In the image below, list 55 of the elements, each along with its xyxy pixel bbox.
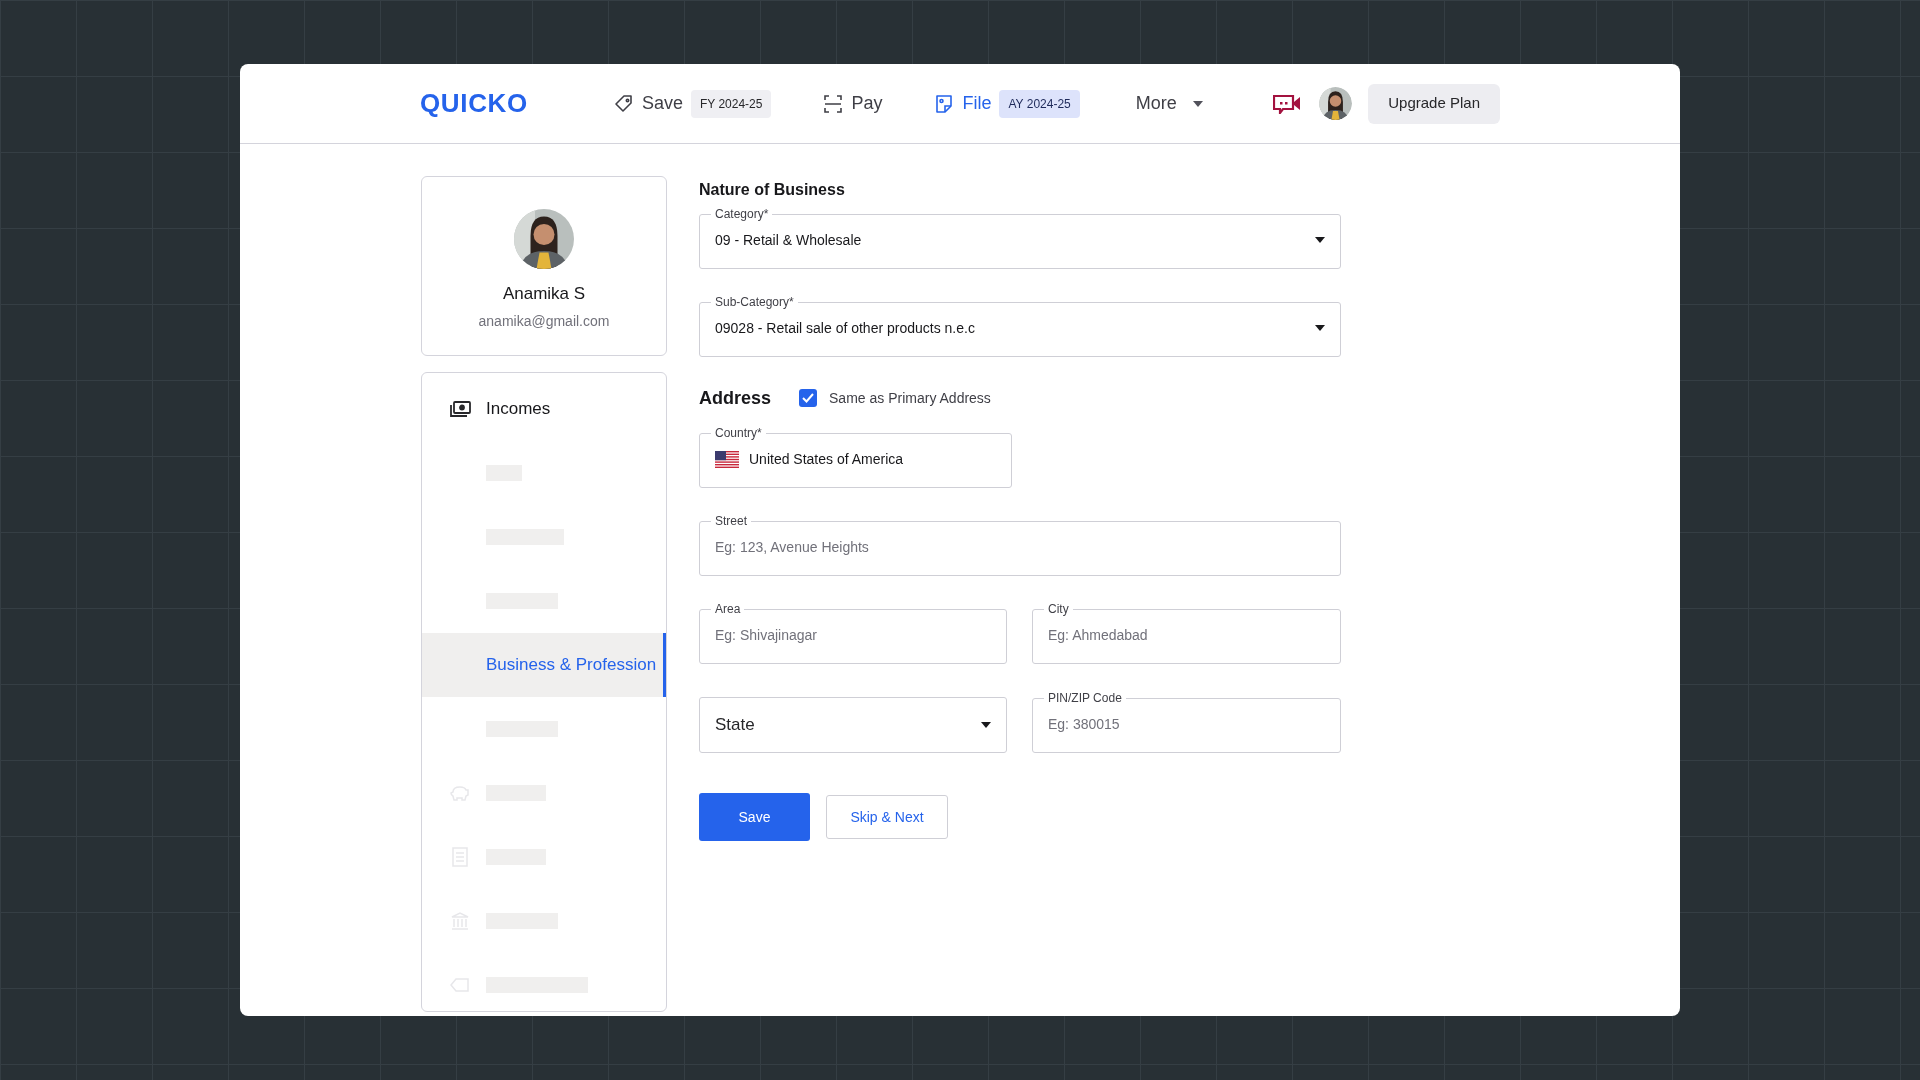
save-button[interactable]: Save (699, 793, 810, 841)
country-value: United States of America (749, 449, 904, 469)
profile-name: Anamika S (502, 283, 586, 305)
nav-link[interactable]: More (1135, 90, 1203, 117)
field-label: Category* (714, 206, 770, 222)
tag-icon (450, 977, 470, 993)
checkbox-box[interactable] (799, 389, 818, 407)
nav-link[interactable]: Pay (823, 90, 883, 117)
state-select[interactable]: State (699, 697, 1007, 753)
field-label: City (1047, 601, 1070, 617)
select-placeholder: State (715, 714, 755, 737)
field-label: Area (714, 601, 742, 617)
piggy-bank-icon (450, 784, 470, 802)
nav-link[interactable]: File (934, 90, 992, 117)
section-title: Address (699, 386, 772, 410)
text-input[interactable]: Eg: 380015 (1048, 706, 1325, 742)
country-field[interactable]: Country* United States of America (699, 425, 1012, 488)
logo[interactable]: QUICKO (420, 84, 528, 123)
upgrade-plan-button[interactable]: Upgrade Plan (1368, 83, 1500, 124)
flag-icon (715, 450, 739, 468)
text-input[interactable]: Eg: 123, Avenue Heights (715, 529, 1325, 565)
field-label: Sub-Category* (714, 294, 795, 310)
scan-icon (823, 93, 844, 114)
tag-icon (613, 93, 634, 114)
cash-icon (449, 400, 471, 418)
select-value: 09 - Retail & Wholesale (715, 230, 862, 250)
profile-email: anamika@gmail.com (478, 311, 610, 331)
section-heading: Incomes (486, 398, 551, 421)
field-label: PIN/ZIP Code (1047, 690, 1123, 706)
bank-icon (450, 911, 470, 931)
caret-icon (1315, 237, 1325, 243)
text-input[interactable]: Eg: Shivajinagar (715, 617, 991, 653)
input-field[interactable]: Area Eg: Shivajinagar (699, 601, 1007, 664)
select-field[interactable]: Category* 09 - Retail & Wholesale (699, 206, 1341, 269)
video-icon[interactable] (1273, 93, 1302, 114)
caret-icon (1192, 100, 1203, 107)
caret-icon (981, 722, 991, 728)
nav-link[interactable]: Save (613, 90, 683, 117)
field-label: Country* (714, 425, 763, 441)
year-badge: AY 2024-25 (999, 89, 1080, 118)
select-field[interactable]: Sub-Category* 09028 - Retail sale of other products n.e.c (699, 294, 1341, 357)
select-value: 09028 - Retail sale of other products n.e.c (715, 318, 975, 338)
caret-icon (1315, 325, 1325, 331)
sidebar-item[interactable]: Business & Profession (422, 633, 666, 697)
skip-next-button[interactable]: Skip & Next (826, 795, 948, 839)
year-badge: FY 2024-25 (690, 89, 772, 118)
field-label: Street (714, 513, 748, 529)
input-field[interactable]: PIN/ZIP Code Eg: 380015 (1032, 690, 1341, 753)
document-icon (934, 93, 955, 114)
checkbox-label: Same as Primary Address (829, 388, 991, 408)
section-title: Nature of Business (699, 180, 846, 200)
text-input[interactable]: Eg: Ahmedabad (1048, 617, 1325, 653)
input-field[interactable]: Street Eg: 123, Avenue Heights (699, 513, 1341, 576)
input-field[interactable]: City Eg: Ahmedabad (1032, 601, 1341, 664)
checkmark-icon (802, 393, 815, 403)
